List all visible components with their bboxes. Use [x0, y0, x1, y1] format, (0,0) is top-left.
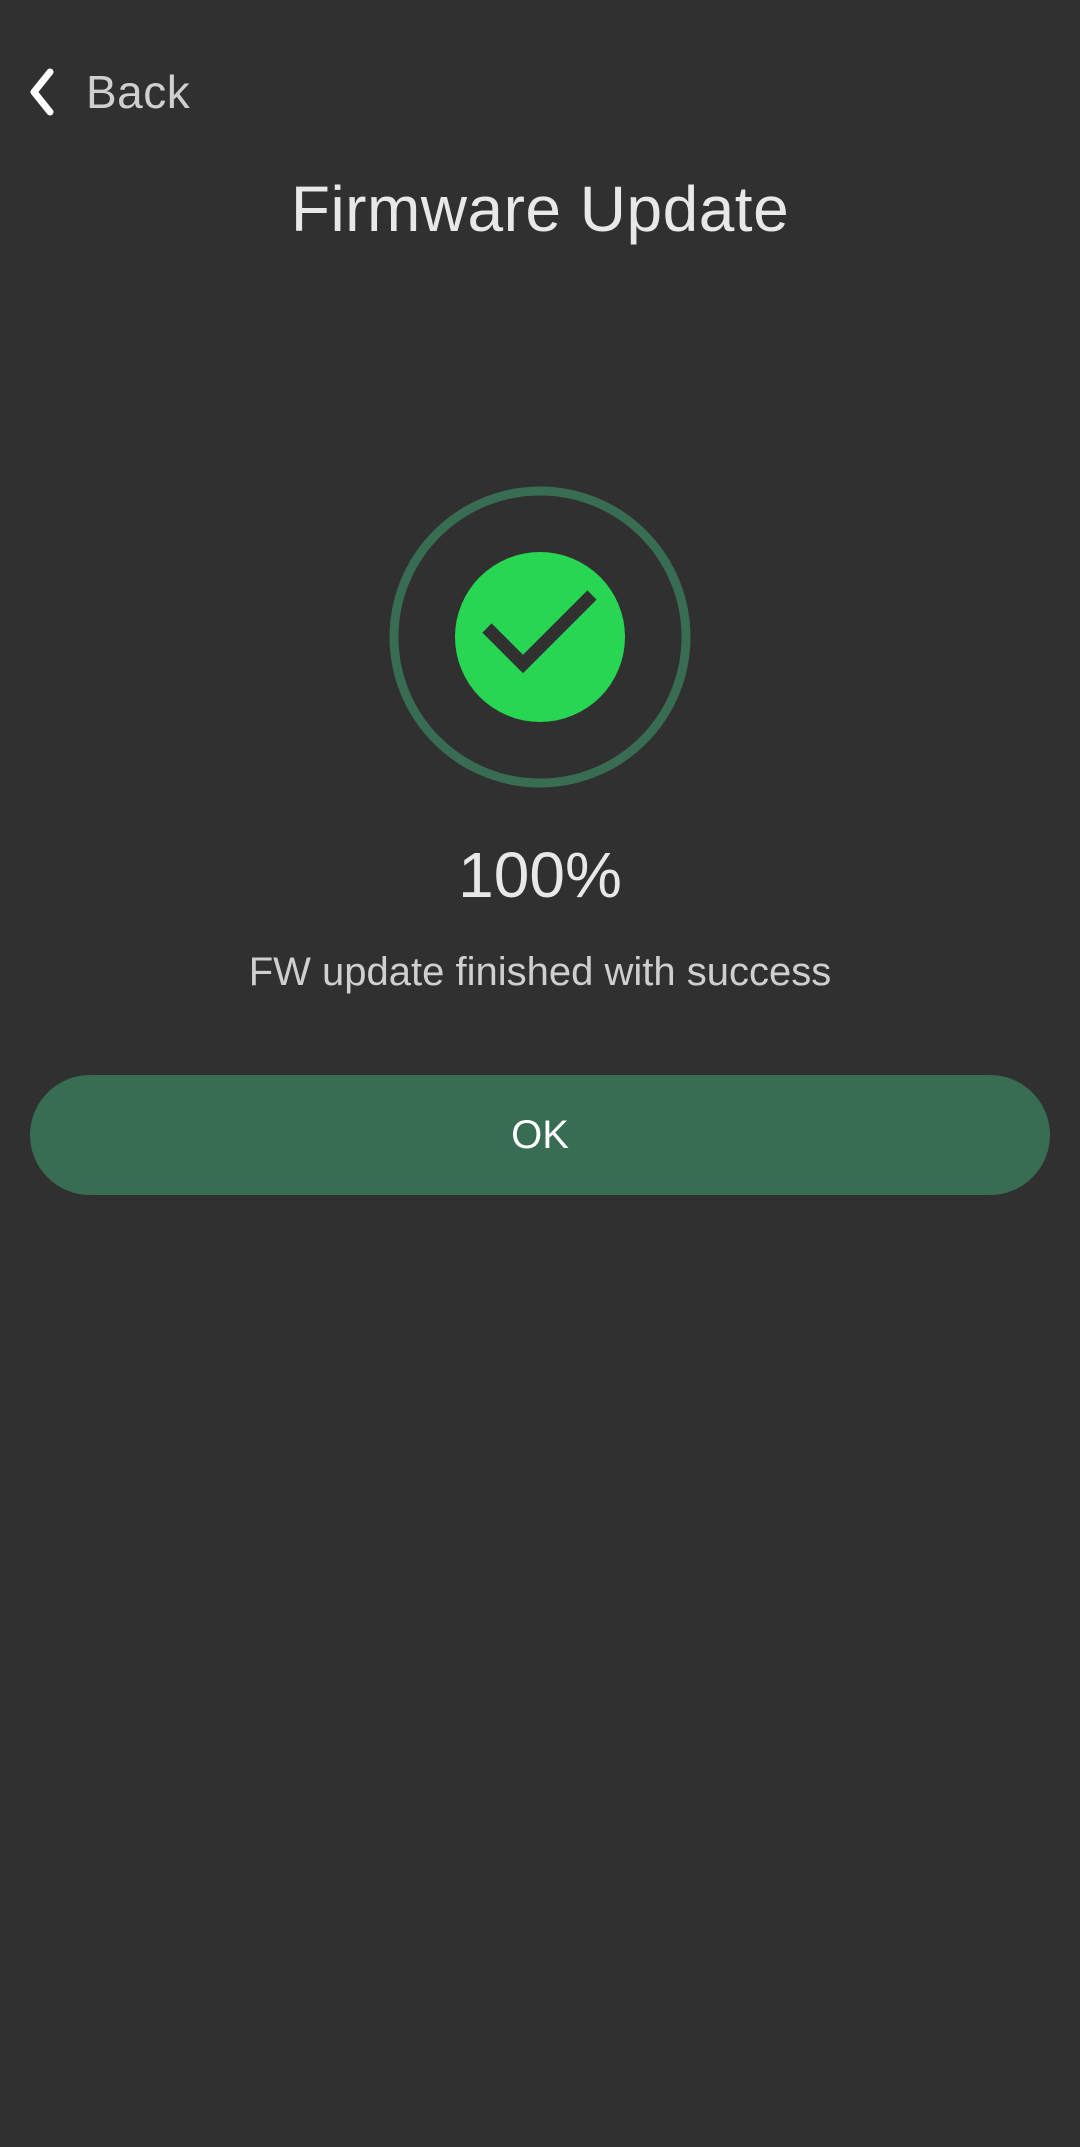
- back-button[interactable]: Back: [28, 62, 190, 122]
- back-label: Back: [86, 66, 191, 118]
- ok-button-label: OK: [511, 1112, 569, 1157]
- success-badge: [455, 552, 625, 722]
- success-check-icon: [389, 486, 691, 788]
- ok-button[interactable]: OK: [30, 1075, 1050, 1195]
- status-message: FW update finished with success: [248, 950, 832, 994]
- chevron-left-icon: [28, 68, 56, 116]
- success-status-graphic: [386, 483, 694, 791]
- page-title: Firmware Update: [290, 173, 790, 245]
- progress-percentage: 100%: [458, 839, 622, 911]
